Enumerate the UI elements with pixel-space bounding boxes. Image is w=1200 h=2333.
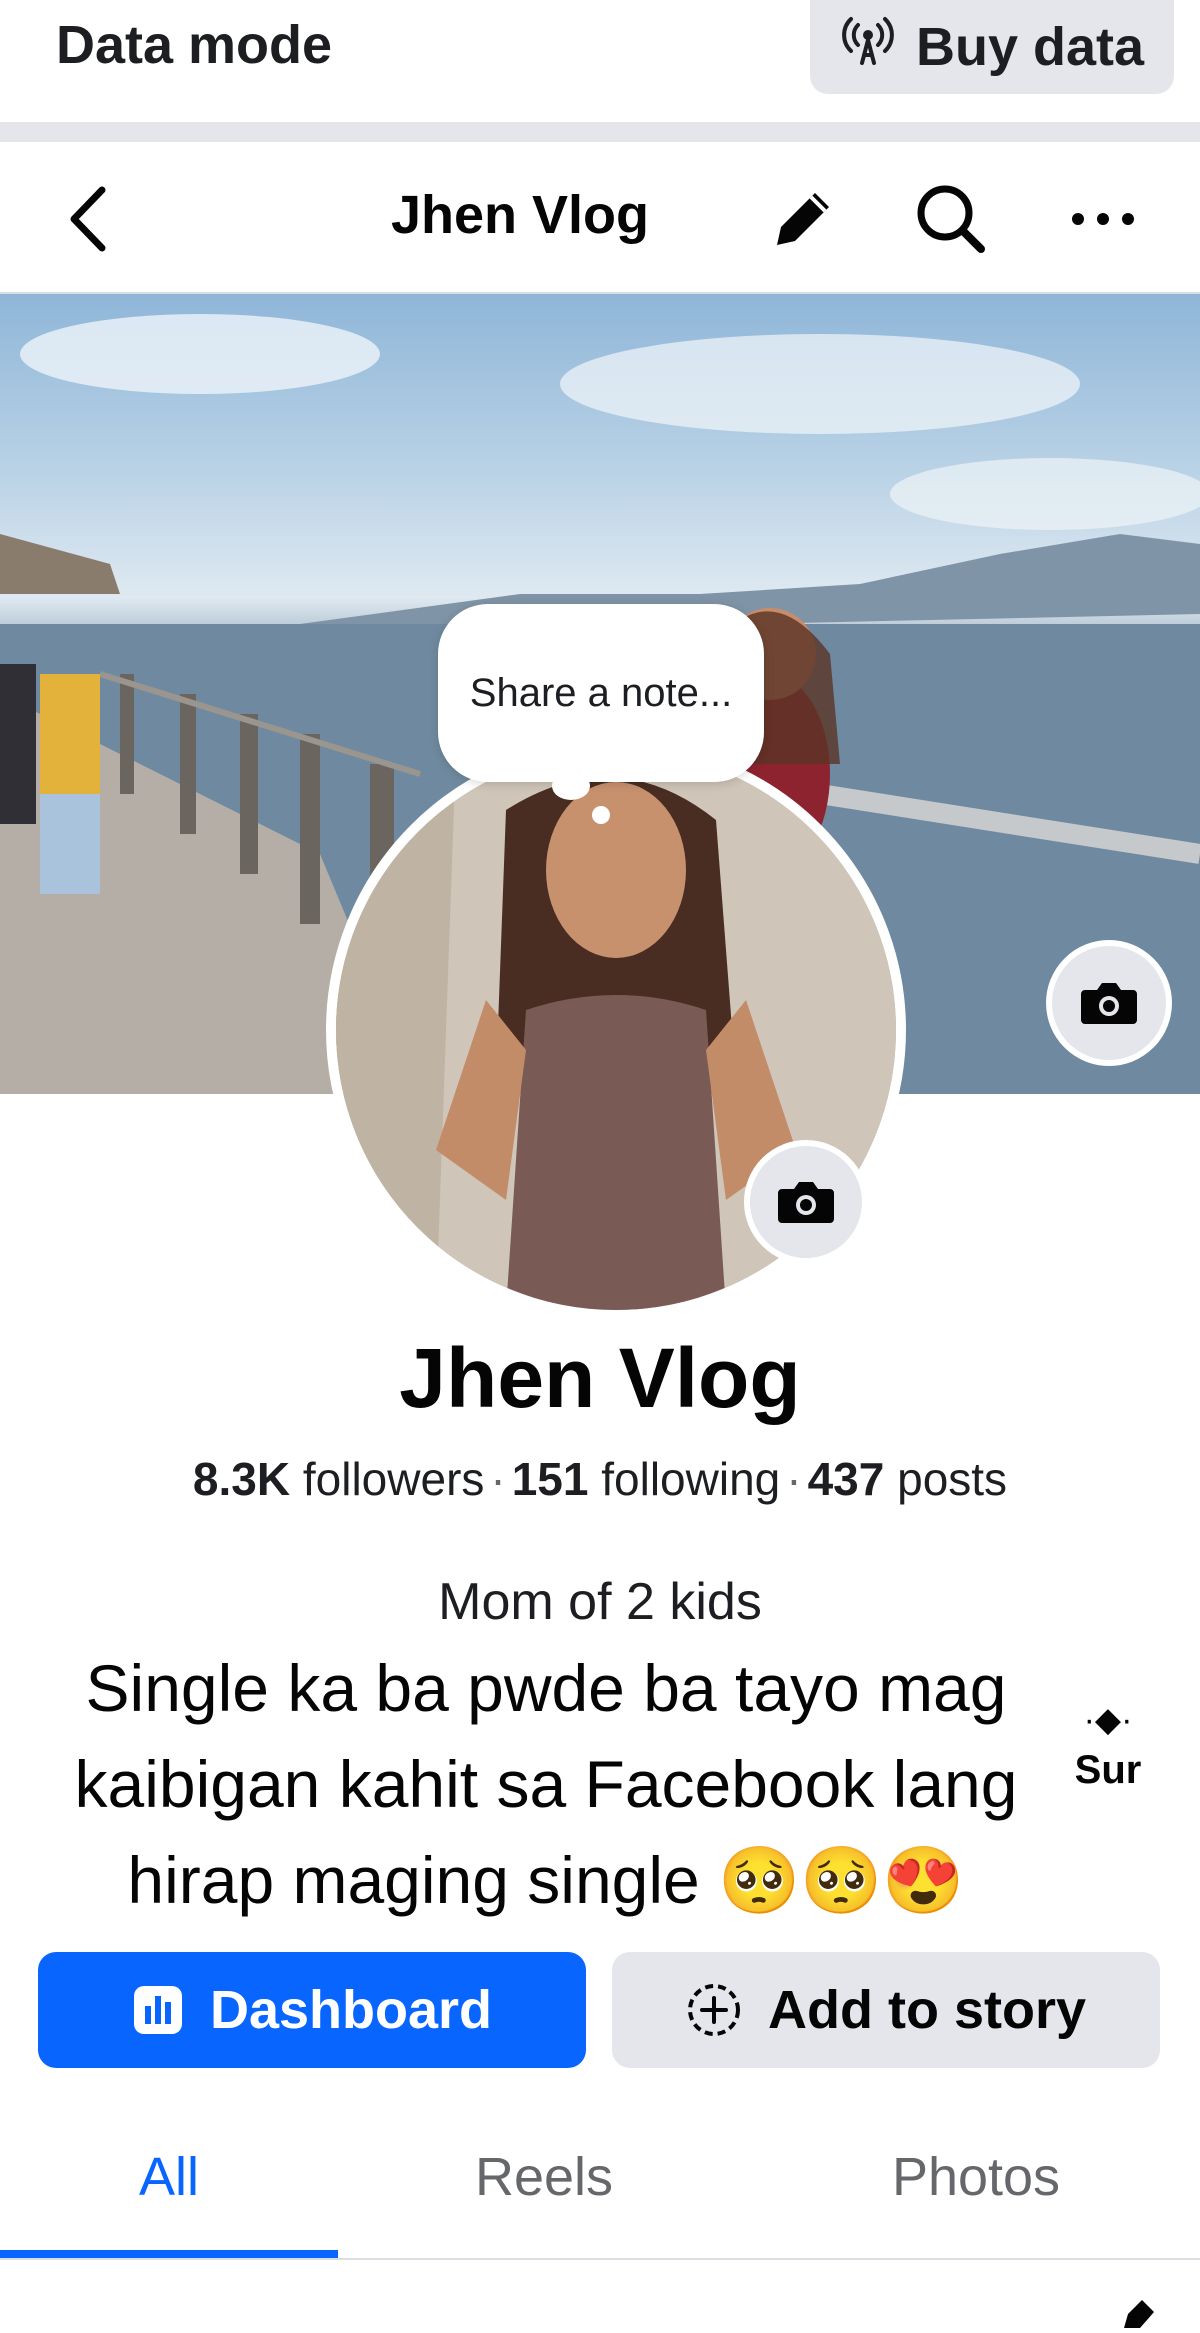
profile-picture-camera-button[interactable]: [744, 1140, 868, 1264]
following-link[interactable]: 151 following: [512, 1453, 781, 1505]
back-icon: [70, 186, 106, 252]
search-icon: [917, 185, 985, 253]
bio-headline: Mom of 2 kids: [438, 1573, 762, 1631]
camera-icon: [1081, 983, 1137, 1024]
tab-reels[interactable]: Reels: [414, 2146, 674, 2208]
active-tab-indicator: [0, 2250, 338, 2258]
separator-dot: ·: [490, 1453, 506, 1505]
dashboard-button[interactable]: Dashboard: [38, 1952, 586, 2068]
share-note-placeholder: Share a note...: [469, 670, 733, 715]
tab-all[interactable]: All: [40, 2146, 298, 2208]
followers-link[interactable]: 8.3K followers: [193, 1453, 484, 1505]
cover-camera-button[interactable]: [1046, 940, 1172, 1066]
following-label: following: [601, 1453, 781, 1505]
followers-label: followers: [302, 1453, 485, 1505]
more-options-button[interactable]: [1056, 172, 1150, 266]
see-more-button[interactable]: ·◆· Sur: [1058, 1700, 1158, 1793]
note-bubble-tail-dot: [592, 806, 610, 824]
top-navigation-bar: Jhen Vlog: [0, 142, 1200, 294]
header-title: Jhen Vlog: [390, 185, 650, 245]
data-mode-label: Data mode: [56, 15, 333, 75]
posts-count: 437: [807, 1453, 885, 1505]
add-circle-icon: [688, 1984, 740, 2036]
camera-icon: [778, 1182, 834, 1223]
profile-stats: 8.3K followers · 151 following · 437 posts: [0, 1452, 1200, 1506]
buy-data-button[interactable]: Buy data: [810, 0, 1174, 94]
edit-details-button[interactable]: [1120, 2300, 1160, 2333]
pencil-icon: [777, 193, 829, 245]
see-more-label: Sur: [1074, 1748, 1142, 1792]
add-to-story-label: Add to story: [768, 1980, 1086, 2040]
following-count: 151: [511, 1453, 589, 1505]
back-button[interactable]: [44, 174, 134, 264]
posts-link[interactable]: 437 posts: [808, 1453, 1007, 1505]
dashboard-label: Dashboard: [209, 1980, 493, 2040]
edit-profile-button[interactable]: [756, 172, 850, 266]
profile-name: Jhen Vlog: [399, 1331, 801, 1425]
note-bubble-tail: [552, 772, 590, 800]
posts-label: posts: [897, 1453, 1008, 1505]
share-note-bubble[interactable]: Share a note...: [438, 604, 764, 782]
antenna-icon: [840, 13, 896, 82]
search-button[interactable]: [904, 172, 998, 266]
bio-text: Single ka ba pwde ba tayo mag kaibigan k…: [74, 1651, 1018, 1917]
pencil-icon: [1124, 2300, 1154, 2328]
data-mode-banner: Data mode Buy data: [0, 0, 1200, 122]
followers-count: 8.3K: [192, 1453, 291, 1505]
question-diamond-icon: ·◆·: [1083, 1701, 1133, 1739]
profile-tabs: All Reels Photos: [0, 2110, 1200, 2260]
banner-divider: [0, 122, 1200, 142]
buy-data-label: Buy data: [915, 17, 1145, 77]
tab-photos[interactable]: Photos: [846, 2146, 1106, 2208]
separator-dot: ·: [786, 1453, 802, 1505]
bar-chart-icon: [133, 1986, 182, 2034]
more-icon: [1072, 213, 1134, 225]
add-to-story-button[interactable]: Add to story: [612, 1952, 1160, 2068]
